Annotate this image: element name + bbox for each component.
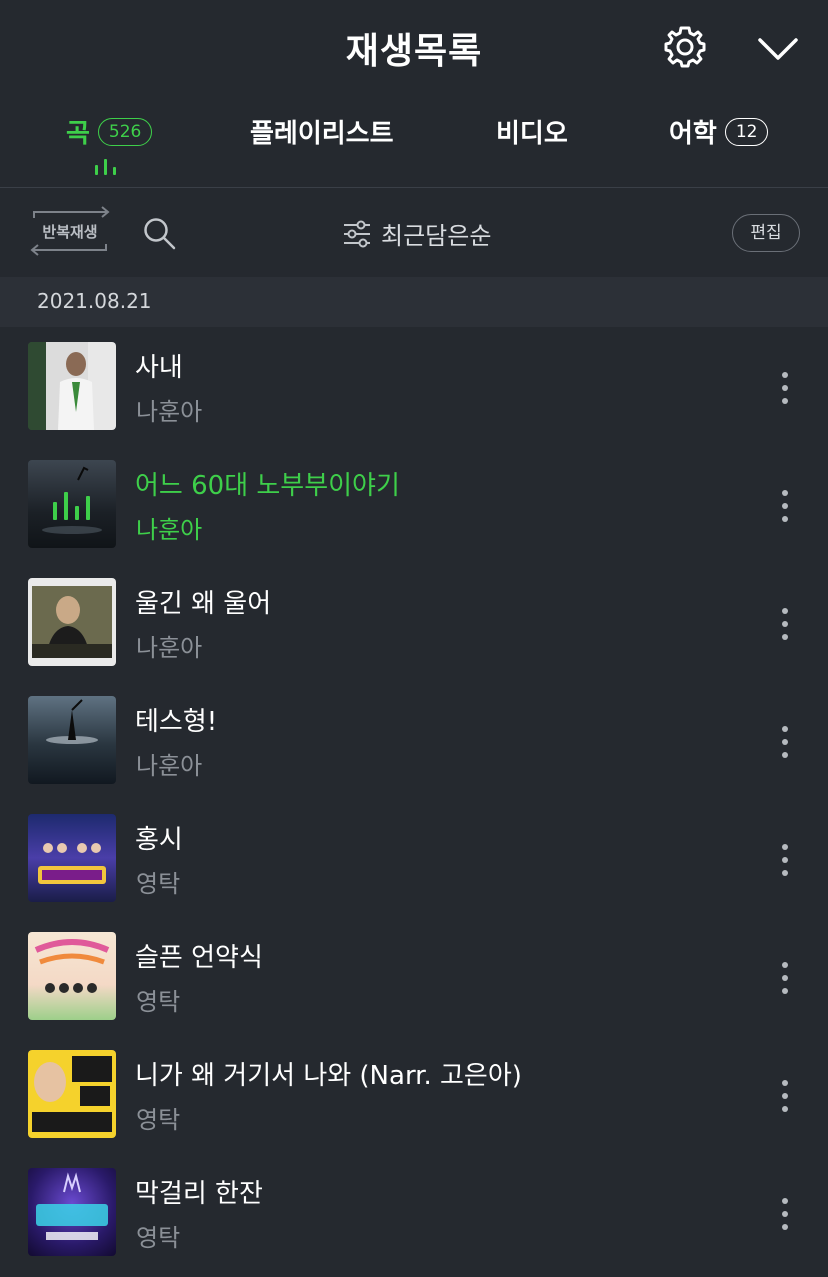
sort-button[interactable]: 최근담은순 bbox=[343, 216, 491, 251]
album-art bbox=[28, 1050, 116, 1138]
song-row[interactable]: 막걸리 한잔 영탁 bbox=[0, 1154, 828, 1272]
song-title: 막걸리 한잔 bbox=[135, 1179, 263, 1209]
album-art bbox=[28, 578, 116, 666]
song-row[interactable]: 슬픈 언약식 영탁 bbox=[0, 918, 828, 1036]
song-artist: 나훈아 bbox=[136, 516, 203, 544]
tab-bar: 곡 526 플레이리스트 비디오 어학 12 bbox=[0, 95, 828, 188]
song-artist: 영탁 bbox=[136, 1224, 181, 1252]
more-options-icon[interactable] bbox=[770, 486, 800, 526]
song-title: 홍시 bbox=[135, 825, 183, 855]
playing-equalizer-icon bbox=[53, 490, 90, 520]
date-label: 2021.08.21 bbox=[37, 289, 152, 313]
search-icon[interactable] bbox=[142, 216, 176, 250]
album-art bbox=[28, 932, 116, 1020]
more-options-icon[interactable] bbox=[770, 368, 800, 408]
song-artist: 나훈아 bbox=[136, 634, 203, 662]
sort-label: 최근담은순 bbox=[381, 222, 492, 250]
more-options-icon[interactable] bbox=[770, 840, 800, 880]
song-artist: 나훈아 bbox=[136, 752, 203, 780]
song-title: 사내 bbox=[135, 353, 183, 383]
tab-songs[interactable]: 곡 526 bbox=[66, 113, 153, 150]
album-art bbox=[28, 814, 116, 902]
song-row-now-playing[interactable]: 어느 60대 노부부이야기 나훈아 bbox=[0, 446, 828, 564]
song-title: 테스형! bbox=[135, 707, 218, 737]
song-row[interactable]: 사내 나훈아 bbox=[0, 328, 828, 446]
song-title: 어느 60대 노부부이야기 bbox=[135, 471, 400, 501]
album-art bbox=[28, 1168, 116, 1256]
more-options-icon[interactable] bbox=[770, 604, 800, 644]
count-badge: 12 bbox=[724, 117, 769, 146]
song-artist: 나훈아 bbox=[136, 398, 203, 426]
more-options-icon[interactable] bbox=[770, 722, 800, 762]
toolbar: 반복재생 최근담은순 편집 bbox=[0, 188, 828, 276]
tab-language[interactable]: 어학 12 bbox=[669, 113, 769, 150]
song-title: 니가 왜 거기서 나와 (Narr. 고은아) bbox=[135, 1061, 522, 1091]
tab-label: 비디오 bbox=[496, 119, 568, 149]
more-options-icon[interactable] bbox=[770, 1194, 800, 1234]
now-playing-indicator-icon bbox=[95, 159, 116, 175]
more-options-icon[interactable] bbox=[770, 1076, 800, 1116]
album-art bbox=[28, 342, 116, 430]
song-row[interactable]: 테스형! 나훈아 bbox=[0, 682, 828, 800]
song-artist: 영탁 bbox=[136, 1106, 181, 1134]
chevron-down-icon[interactable] bbox=[756, 30, 800, 66]
header: 재생목록 bbox=[0, 0, 828, 95]
tab-label: 곡 bbox=[66, 119, 90, 149]
song-artist: 영탁 bbox=[136, 870, 181, 898]
album-art bbox=[28, 460, 116, 548]
more-options-icon[interactable] bbox=[770, 958, 800, 998]
tab-video[interactable]: 비디오 bbox=[496, 113, 568, 150]
song-title: 슬픈 언약식 bbox=[135, 943, 263, 973]
repeat-label: 반복재생 bbox=[42, 223, 98, 241]
song-row[interactable]: 울긴 왜 울어 나훈아 bbox=[0, 564, 828, 682]
tab-playlists[interactable]: 플레이리스트 bbox=[250, 113, 394, 150]
album-art bbox=[28, 696, 116, 784]
song-row[interactable]: 홍시 영탁 bbox=[0, 800, 828, 918]
song-title: 울긴 왜 울어 bbox=[135, 589, 272, 619]
sliders-icon bbox=[344, 220, 370, 247]
gear-icon[interactable] bbox=[662, 24, 708, 70]
tab-label: 플레이리스트 bbox=[250, 119, 394, 149]
tab-label: 어학 bbox=[669, 119, 717, 149]
date-group-header: 2021.08.21 bbox=[0, 277, 828, 327]
song-row[interactable]: 니가 왜 거기서 나와 (Narr. 고은아) 영탁 bbox=[0, 1036, 828, 1154]
song-artist: 영탁 bbox=[136, 988, 181, 1016]
edit-button[interactable]: 편집 bbox=[732, 214, 800, 252]
count-badge: 526 bbox=[97, 117, 153, 146]
repeat-button[interactable]: 반복재생 bbox=[28, 206, 112, 256]
